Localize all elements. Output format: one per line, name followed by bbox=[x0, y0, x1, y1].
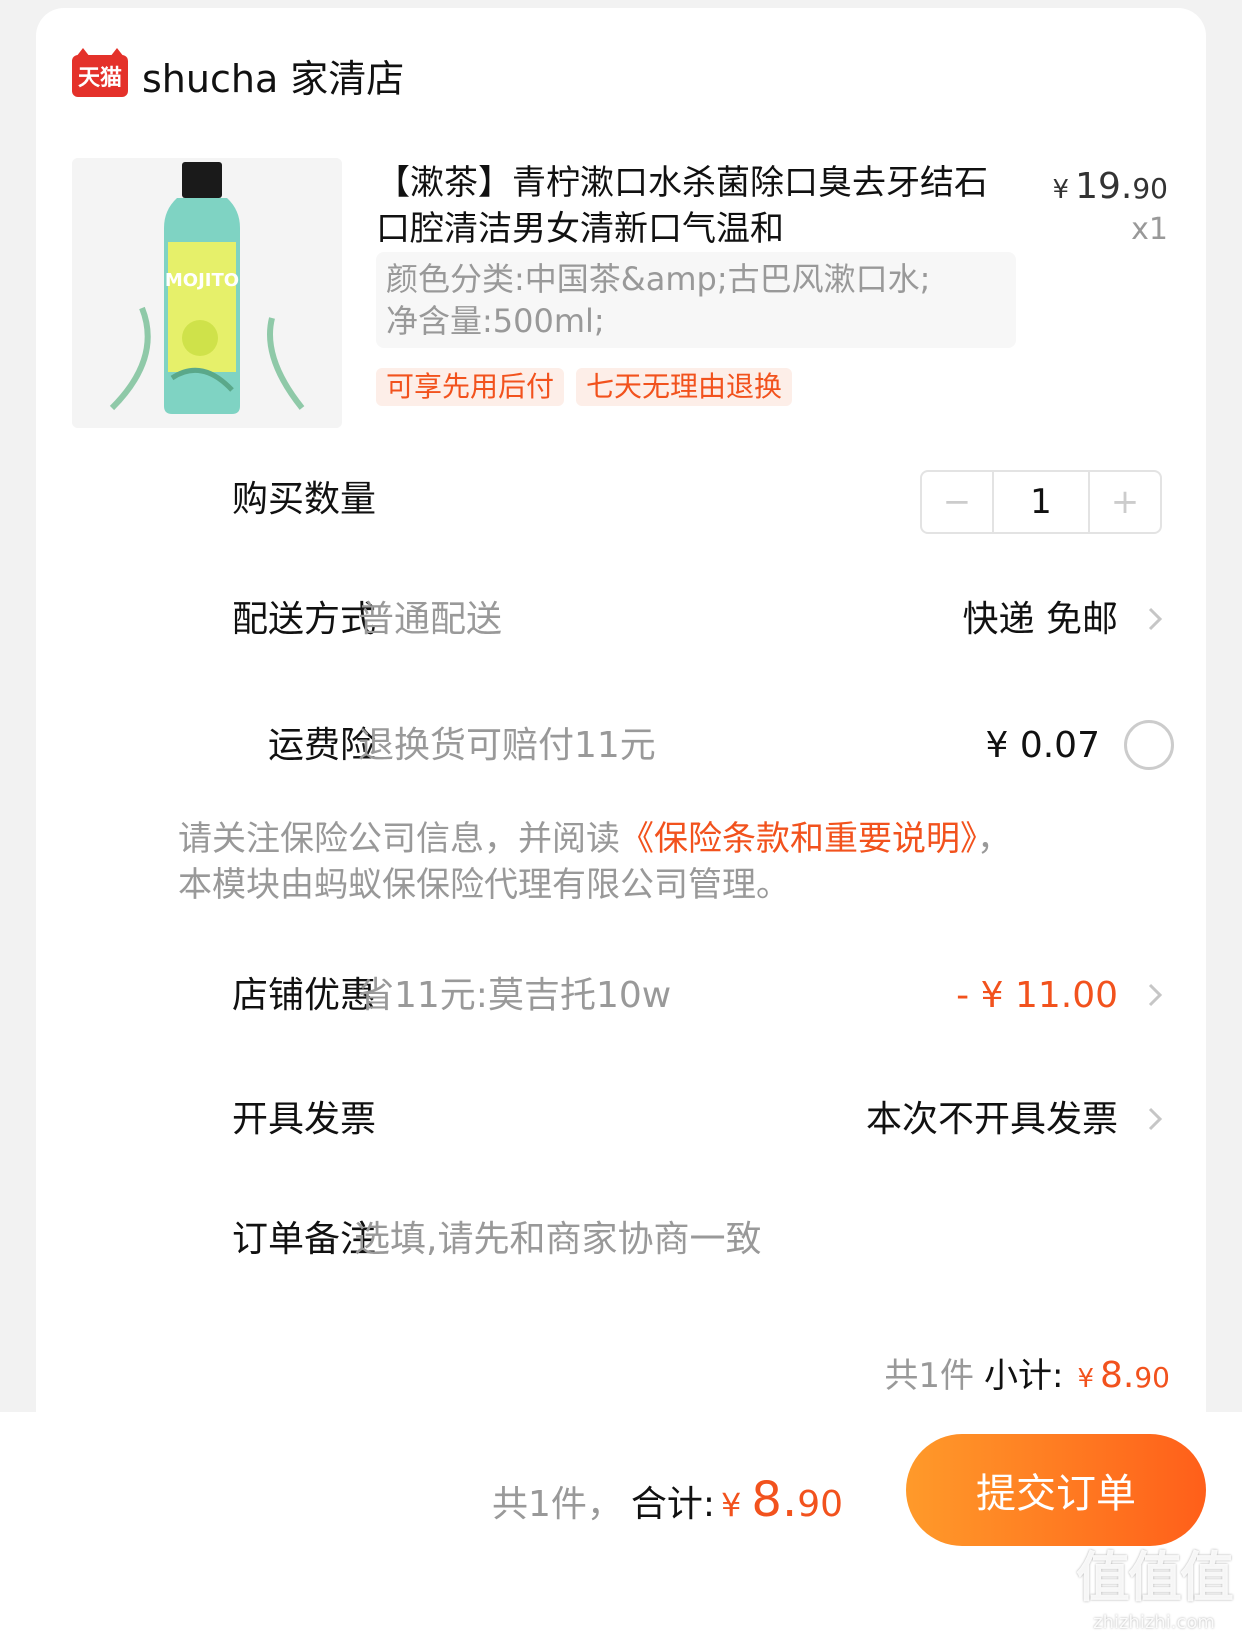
chevron-right-icon bbox=[1148, 983, 1163, 1007]
delivery-sub: 普通配送 bbox=[358, 599, 503, 640]
product-title[interactable]: 【漱茶】青柠漱口水杀菌除口臭去牙结石口腔清洁男女清新口气温和 bbox=[376, 160, 1016, 252]
chevron-right-icon bbox=[1148, 1107, 1163, 1131]
insurance-row: 运费险 退换货可赔付11元 ¥ 0.07 bbox=[36, 716, 1206, 776]
svg-text:MOJITO: MOJITO bbox=[165, 270, 239, 291]
insurance-notice: 请关注保险公司信息，并阅读《保险条款和重要说明》，本模块由蚂蚁保保险代理有限公司… bbox=[178, 819, 1011, 905]
remark-row: 订单备注 选填,请先和商家协商一致 bbox=[36, 1210, 1206, 1270]
product-price: ¥19.90 bbox=[1052, 166, 1168, 207]
tag-pay-later: 可享先用后付 bbox=[376, 368, 565, 406]
discount-label: 店铺优惠 bbox=[231, 975, 376, 1016]
watermark: 值值值 zhizhizhi.com bbox=[1076, 1546, 1234, 1633]
tmall-logo: 天猫 bbox=[72, 47, 128, 97]
product-image[interactable]: MOJITO bbox=[72, 158, 342, 428]
product-quantity: x1 bbox=[1131, 212, 1168, 247]
increase-button[interactable]: + bbox=[1090, 472, 1160, 532]
order-total: 共1件， 合计: ¥8.90 bbox=[492, 1472, 844, 1528]
remark-input[interactable]: 选填,请先和商家协商一致 bbox=[354, 1210, 761, 1270]
sku-volume: 净含量:500ml; bbox=[386, 302, 605, 340]
delivery-label: 配送方式 bbox=[231, 599, 376, 640]
delivery-value: 快递 免邮 bbox=[962, 599, 1118, 640]
sku-color: 颜色分类:中国茶&amp;古巴风漱口水; bbox=[386, 260, 931, 298]
invoice-label: 开具发票 bbox=[231, 1099, 376, 1140]
mouthwash-bottle-icon: MOJITO bbox=[72, 158, 342, 428]
quantity-row: 购买数量 − 1 + bbox=[36, 470, 1206, 534]
subtotal: 共1件 小计: ¥8.90 bbox=[884, 1355, 1170, 1396]
decrease-button[interactable]: − bbox=[922, 472, 992, 532]
quantity-label: 购买数量 bbox=[231, 479, 376, 520]
submit-order-button[interactable]: 提交订单 bbox=[906, 1434, 1206, 1546]
insurance-price: ¥ 0.07 bbox=[985, 725, 1100, 766]
checkout-bar: 共1件， 合计: ¥8.90 提交订单 值值值 zhizhizhi.com bbox=[0, 1412, 1242, 1647]
quantity-stepper[interactable]: − 1 + bbox=[920, 470, 1162, 534]
insurance-sub: 退换货可赔付11元 bbox=[358, 725, 656, 766]
delivery-row[interactable]: 配送方式 普通配送 快递 免邮 bbox=[36, 590, 1206, 650]
store-header[interactable]: 天猫 shucha 家清店 bbox=[72, 47, 404, 103]
discount-value: - ¥ 11.00 bbox=[956, 975, 1118, 1016]
tag-seven-day-return: 七天无理由退换 bbox=[576, 368, 793, 406]
service-tags: 可享先用后付 七天无理由退换 bbox=[376, 368, 793, 406]
insurance-terms-link[interactable]: 《保险条款和重要说明》 bbox=[620, 819, 977, 859]
sku-box[interactable]: 颜色分类:中国茶&amp;古巴风漱口水; 净含量:500ml; bbox=[376, 252, 1016, 348]
invoice-row[interactable]: 开具发票 本次不开具发票 bbox=[36, 1090, 1206, 1150]
order-card: 天猫 shucha 家清店 MOJITO 【漱茶】青柠漱口水杀菌除口臭去牙结石口… bbox=[36, 8, 1206, 1508]
chevron-right-icon bbox=[1148, 607, 1163, 631]
discount-sub: 省11元:莫吉托10w bbox=[358, 975, 672, 1016]
invoice-value: 本次不开具发票 bbox=[865, 1099, 1118, 1140]
store-name[interactable]: shucha 家清店 bbox=[142, 48, 404, 103]
quantity-input[interactable]: 1 bbox=[992, 472, 1090, 532]
insurance-radio[interactable] bbox=[1124, 720, 1174, 770]
discount-row[interactable]: 店铺优惠 省11元:莫吉托10w - ¥ 11.00 bbox=[36, 966, 1206, 1026]
